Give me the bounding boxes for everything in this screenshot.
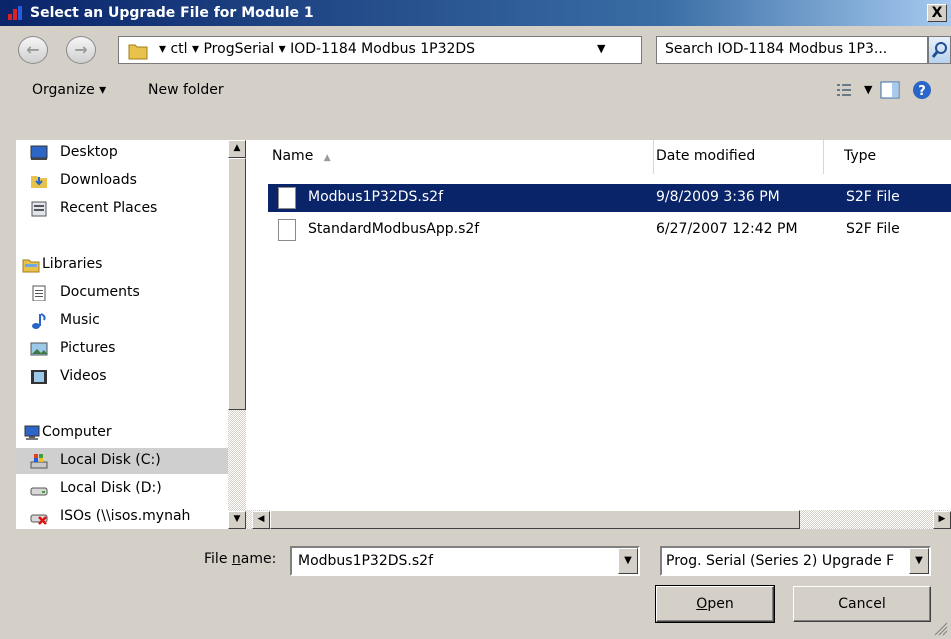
nav-item-local-disk-d[interactable]: Local Disk (D:): [16, 476, 228, 502]
breadcrumb[interactable]: ▾ ctl ▾ ProgSerial ▾ IOD-1184 Modbus 1P3…: [159, 41, 475, 57]
drive-icon: [30, 487, 48, 496]
filetype-dropdown-button[interactable]: ▼: [909, 548, 929, 574]
close-button[interactable]: X: [927, 4, 947, 22]
preview-pane-icon[interactable]: [880, 81, 900, 99]
nav-vertical-scrollbar[interactable]: ▲ ▼: [228, 140, 246, 529]
address-bar[interactable]: ▾ ctl ▾ ProgSerial ▾ IOD-1184 Modbus 1P3…: [118, 36, 759, 64]
nav-item-pictures[interactable]: Pictures: [16, 336, 228, 362]
downloads-icon: [31, 176, 47, 188]
nav-item-downloads[interactable]: Downloads: [16, 168, 228, 194]
svg-text:?: ?: [918, 84, 926, 99]
view-options-icon[interactable]: [836, 82, 852, 98]
filetype-select[interactable]: Prog. Serial (Series 2) Upgrade F ▼: [660, 546, 931, 576]
horizontal-scroll-thumb[interactable]: [270, 510, 800, 529]
cancel-button[interactable]: Cancel: [793, 586, 931, 622]
search-icon: [931, 42, 947, 58]
nav-item-computer[interactable]: Computer: [16, 420, 228, 446]
file-list-header: Name ▲ Date modified Type: [246, 140, 951, 174]
forward-button[interactable]: →: [66, 36, 96, 64]
nav-item-libraries[interactable]: Libraries: [16, 252, 228, 278]
column-header-name[interactable]: Name ▲: [260, 140, 654, 174]
desktop-icon: [30, 145, 48, 160]
right-triangle-icon: ▶: [938, 514, 946, 524]
forward-arrow-icon: →: [74, 40, 88, 59]
file-horizontal-scrollbar[interactable]: ◀ ▶: [246, 510, 951, 529]
resize-grip-icon[interactable]: [932, 620, 948, 636]
address-dropdown-icon[interactable]: ▼: [597, 42, 605, 55]
view-dropdown-icon[interactable]: ▼: [864, 83, 872, 96]
new-folder-button[interactable]: New folder: [148, 82, 224, 98]
computer-icon: [24, 425, 40, 440]
title-bar: Select an Upgrade File for Module 1 X: [0, 0, 951, 26]
libraries-icon: [22, 259, 40, 273]
app-icon: [8, 6, 22, 20]
nav-item-local-disk-c[interactable]: Local Disk (C:): [16, 448, 228, 474]
toolbar: Organize ▾ New folder ▼ ?: [0, 74, 951, 108]
nav-item-desktop[interactable]: Desktop: [16, 140, 228, 166]
filename-input[interactable]: Modbus1P32DS.s2f ▼: [290, 546, 640, 576]
scroll-down-button[interactable]: ▼: [228, 511, 246, 529]
file-icon: [278, 219, 296, 241]
nav-item-recent-places[interactable]: Recent Places: [16, 196, 228, 222]
documents-icon: [32, 285, 46, 301]
organize-button[interactable]: Organize ▾: [32, 82, 106, 98]
system-drive-icon: [30, 454, 48, 469]
help-icon[interactable]: ?: [912, 80, 932, 100]
navigation-pane[interactable]: Desktop Downloads Recent Places Librarie…: [16, 140, 228, 529]
column-header-type[interactable]: Type: [824, 140, 951, 174]
down-triangle-icon: ▼: [233, 514, 241, 524]
window-title: Select an Upgrade File for Module 1: [30, 5, 314, 21]
nav-item-isos-network[interactable]: ISOs (\\isos.mynah: [16, 504, 228, 529]
back-arrow-icon: ←: [26, 40, 40, 59]
scroll-right-button[interactable]: ▶: [933, 511, 951, 529]
file-icon: [278, 187, 296, 209]
address-row: ← → ▾ ctl ▾ ProgSerial ▾ IOD-1184 Modbus…: [0, 34, 951, 66]
nav-item-videos[interactable]: Videos: [16, 364, 228, 390]
left-triangle-icon: ◀: [257, 514, 265, 524]
open-button[interactable]: Open: [655, 585, 775, 623]
music-icon: [32, 313, 46, 329]
videos-icon: [31, 370, 47, 384]
file-list[interactable]: Name ▲ Date modified Type Modbus1P32DS.s…: [246, 140, 951, 529]
scroll-up-button[interactable]: ▲: [228, 140, 246, 158]
search-input[interactable]: Search IOD-1184 Modbus 1P3...: [656, 36, 928, 64]
nav-scroll-thumb[interactable]: [228, 158, 246, 410]
chevron-down-icon: ▼: [624, 555, 632, 566]
filename-label: File name:: [204, 551, 277, 567]
file-row[interactable]: Modbus1P32DS.s2f 9/8/2009 3:36 PM S2F Fi…: [268, 184, 951, 212]
filename-dropdown-button[interactable]: ▼: [618, 548, 638, 574]
search-button[interactable]: [928, 36, 951, 64]
scroll-left-button[interactable]: ◀: [252, 511, 270, 529]
disconnected-network-drive-icon: [30, 514, 48, 525]
chevron-down-icon: ▼: [915, 555, 923, 566]
folder-icon: [128, 44, 148, 60]
nav-item-music[interactable]: Music: [16, 308, 228, 334]
sort-ascending-icon: ▲: [323, 153, 331, 163]
recent-places-icon: [31, 201, 47, 217]
up-triangle-icon: ▲: [233, 143, 241, 153]
nav-item-documents[interactable]: Documents: [16, 280, 228, 306]
file-row[interactable]: StandardModbusApp.s2f 6/27/2007 12:42 PM…: [268, 216, 951, 244]
back-button[interactable]: ←: [18, 36, 48, 64]
pictures-icon: [30, 342, 48, 356]
column-header-date[interactable]: Date modified: [654, 140, 824, 174]
